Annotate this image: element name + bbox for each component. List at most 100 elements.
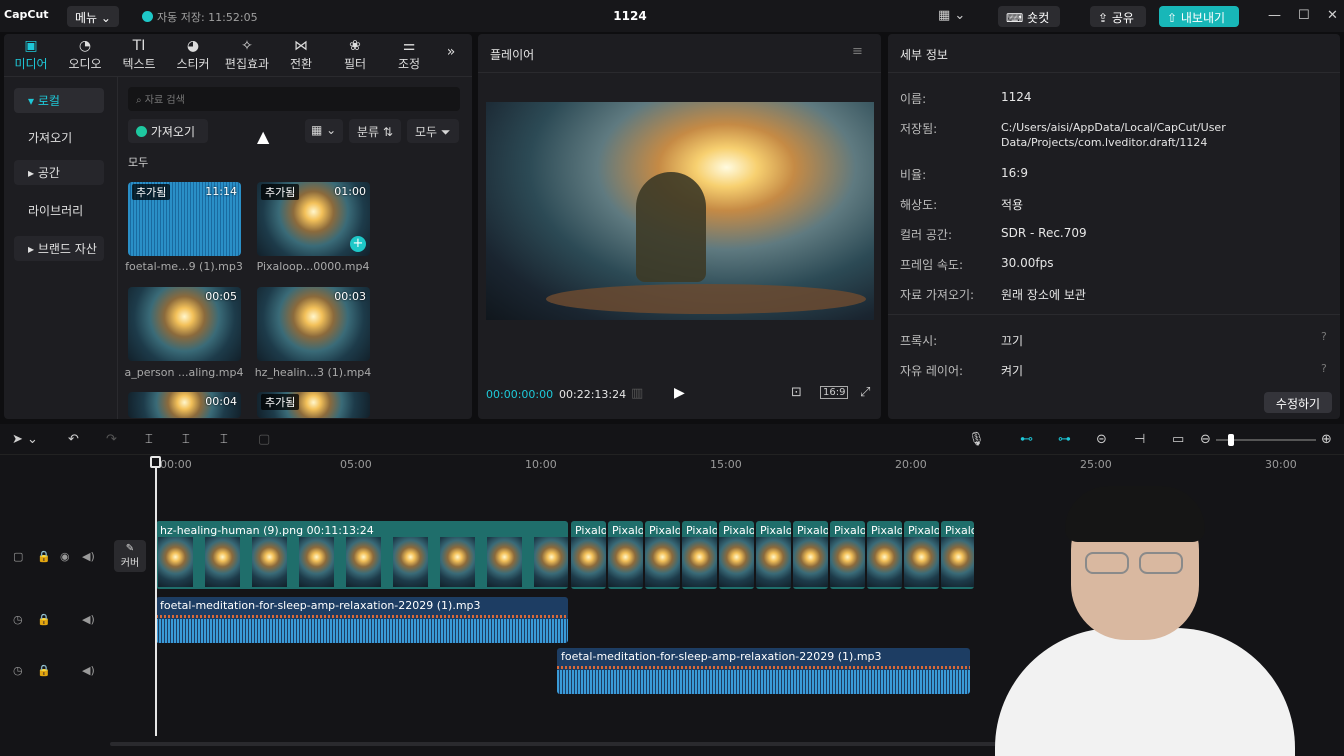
pixaloop-clip[interactable]: Pixalo bbox=[941, 521, 974, 589]
sort-icon: ⇅ bbox=[382, 125, 393, 139]
volume-icon[interactable]: ◀) bbox=[82, 550, 95, 563]
tab-media[interactable]: ▣ 미디어 bbox=[4, 34, 58, 74]
link-icon[interactable]: ⊝ bbox=[1096, 432, 1107, 447]
auto-snap-icon[interactable]: ⊶ bbox=[1058, 432, 1071, 447]
lock-icon[interactable]: 🔒 bbox=[37, 613, 51, 626]
video-preview[interactable] bbox=[486, 102, 874, 320]
media-item[interactable]: 00:03 bbox=[257, 287, 370, 361]
tab-adjust[interactable]: ⚌ 조정 bbox=[382, 34, 436, 74]
pixaloop-clip[interactable]: Pixalo bbox=[682, 521, 717, 589]
preview-axis-icon[interactable]: ⊣ bbox=[1134, 432, 1145, 447]
menu-button[interactable]: 메뉴 ⌄ bbox=[67, 6, 119, 27]
audio-track-icon[interactable]: ◷ bbox=[13, 613, 23, 626]
playhead-handle[interactable] bbox=[150, 456, 161, 468]
track-hide-icon[interactable]: ▢ bbox=[13, 550, 23, 563]
media-item[interactable]: 추가됨 11:14 bbox=[128, 182, 241, 256]
pixaloop-clip[interactable]: Pixalo bbox=[830, 521, 865, 589]
pixaloop-clip[interactable]: Pixalo bbox=[608, 521, 643, 589]
detail-label: 프록시: bbox=[900, 334, 938, 348]
share-button[interactable]: ⇪ 공유 bbox=[1090, 6, 1146, 27]
zoom-slider-handle[interactable] bbox=[1228, 434, 1234, 446]
thumbnail-icon[interactable]: ▭ bbox=[1172, 432, 1184, 447]
sort-button[interactable]: 분류 ⇅ bbox=[349, 119, 401, 143]
clip-label: Pixalo bbox=[908, 524, 939, 537]
eye-icon[interactable]: ◉ bbox=[60, 550, 70, 563]
volume-icon[interactable]: ◀) bbox=[82, 613, 95, 626]
clip-label: Pixalo bbox=[686, 524, 717, 537]
pixaloop-clip[interactable]: Pixalo bbox=[571, 521, 606, 589]
lock-icon[interactable]: 🔒 bbox=[37, 664, 51, 677]
sidebar-item-library[interactable]: 라이브러리 bbox=[14, 198, 104, 223]
magnet-main-track-icon[interactable]: ⊷ bbox=[1020, 432, 1033, 447]
detail-value: 16:9 bbox=[1001, 166, 1028, 180]
play-icon[interactable]: ▶ bbox=[674, 385, 685, 401]
hamburger-icon[interactable]: ≡ bbox=[852, 44, 863, 59]
import-button[interactable]: 가져오기 bbox=[128, 119, 208, 143]
import-label: 가져오기 bbox=[150, 125, 195, 139]
maximize-icon[interactable]: ☐ bbox=[1298, 8, 1310, 23]
detail-label: 해상도: bbox=[900, 198, 938, 212]
export-button[interactable]: ⇧ 내보내기 bbox=[1159, 6, 1239, 27]
detail-value: 1124 bbox=[1001, 90, 1032, 104]
pixaloop-clip[interactable]: Pixalo bbox=[904, 521, 939, 589]
pixaloop-clip[interactable]: Pixalo bbox=[645, 521, 680, 589]
pixaloop-clip[interactable]: Pixalo bbox=[756, 521, 791, 589]
media-item[interactable]: 추가됨 bbox=[257, 392, 370, 418]
sidebar-item-import[interactable]: 가져오기 bbox=[14, 125, 104, 150]
volume-icon[interactable]: ◀) bbox=[82, 664, 95, 677]
detail-label: 자유 레이어: bbox=[900, 364, 964, 378]
shortcut-button[interactable]: ⌨ 숏컷 bbox=[998, 6, 1060, 27]
media-item[interactable]: 추가됨 01:00 + bbox=[257, 182, 370, 256]
zoom-out-icon[interactable]: ⊖ bbox=[1200, 432, 1211, 447]
select-tool-icon[interactable]: ➤ ⌄ bbox=[12, 432, 38, 447]
search-input[interactable]: ⌕ 자료 검색 bbox=[128, 87, 460, 111]
media-item[interactable]: 00:04 bbox=[128, 392, 241, 418]
presenter-hair bbox=[1065, 486, 1205, 542]
filter-button[interactable]: 모두 ⏷ bbox=[407, 119, 459, 143]
add-to-timeline-icon[interactable]: + bbox=[350, 236, 366, 252]
tab-text[interactable]: TI 텍스트 bbox=[112, 34, 166, 74]
tab-sticker[interactable]: ◕ 스티커 bbox=[166, 34, 220, 74]
pixaloop-clip[interactable]: Pixalo bbox=[719, 521, 754, 589]
tab-filter[interactable]: ❀ 필터 bbox=[328, 34, 382, 74]
pixaloop-clip[interactable]: Pixalo bbox=[793, 521, 828, 589]
timeline-grid-icon[interactable]: ▥ bbox=[631, 386, 643, 401]
split-right-icon[interactable]: ⌶ bbox=[220, 432, 228, 447]
video-clip-main[interactable]: hz-healing-human (9).png 00:11:13:24 bbox=[156, 521, 568, 589]
tab-transition[interactable]: ⋈ 전환 bbox=[274, 34, 328, 74]
more-tabs-icon[interactable]: » bbox=[436, 34, 466, 74]
edit-button[interactable]: 수정하기 bbox=[1264, 392, 1332, 413]
clip-frame bbox=[571, 537, 606, 587]
screenshot-icon[interactable]: ⊡ bbox=[791, 385, 802, 400]
delete-icon[interactable]: ▢ bbox=[258, 432, 270, 447]
view-grid-button[interactable]: ▦ ⌄ bbox=[305, 119, 343, 143]
fullscreen-icon[interactable]: ⤢ bbox=[860, 385, 870, 400]
ratio-button[interactable]: 16:9 bbox=[820, 386, 849, 399]
layout-icon[interactable]: ▦ ⌄ bbox=[938, 8, 965, 23]
media-icon: ▣ bbox=[24, 38, 38, 54]
audio-track-icon[interactable]: ◷ bbox=[13, 664, 23, 677]
upload-icon: ⇧ bbox=[1167, 11, 1178, 25]
lock-icon[interactable]: 🔒 bbox=[37, 550, 51, 563]
microphone-icon[interactable]: 🎙 bbox=[968, 432, 985, 447]
zoom-in-icon[interactable]: ⊕ bbox=[1321, 432, 1332, 447]
sidebar-item-space[interactable]: ▸ 공간 bbox=[14, 160, 104, 185]
close-icon[interactable]: ✕ bbox=[1327, 8, 1338, 23]
redo-icon[interactable]: ↷ bbox=[106, 432, 117, 447]
tab-effects[interactable]: ✧ 편집효과 bbox=[220, 34, 274, 74]
help-icon[interactable]: ? bbox=[1321, 330, 1327, 343]
playhead[interactable] bbox=[155, 462, 157, 736]
undo-icon[interactable]: ↶ bbox=[68, 432, 79, 447]
cover-button[interactable]: ✎ 커버 bbox=[114, 540, 146, 572]
minimize-icon[interactable]: — bbox=[1268, 8, 1281, 23]
audio-clip-2[interactable]: foetal-meditation-for-sleep-amp-relaxati… bbox=[557, 648, 970, 694]
tab-audio[interactable]: ◔ 오디오 bbox=[58, 34, 112, 74]
sidebar-item-local[interactable]: ▾ 로컬 bbox=[14, 88, 104, 113]
sidebar-item-brand[interactable]: ▸ 브랜드 자산 bbox=[14, 236, 104, 261]
audio-clip-1[interactable]: foetal-meditation-for-sleep-amp-relaxati… bbox=[156, 597, 568, 643]
split-icon[interactable]: ⌶ bbox=[145, 432, 153, 447]
media-item[interactable]: 00:05 bbox=[128, 287, 241, 361]
help-icon[interactable]: ? bbox=[1321, 362, 1327, 375]
pixaloop-clip[interactable]: Pixalo bbox=[867, 521, 902, 589]
split-left-icon[interactable]: ⌶ bbox=[182, 432, 190, 447]
